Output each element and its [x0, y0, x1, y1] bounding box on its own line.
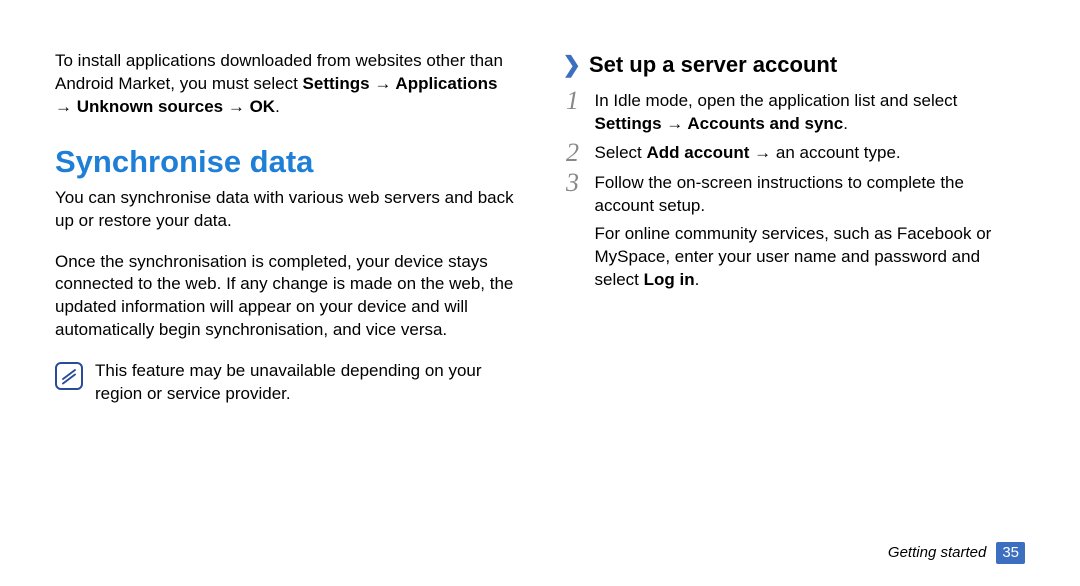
- page-footer: Getting started 35: [888, 542, 1025, 564]
- step-3: 3 Follow the on-screen instructions to c…: [563, 170, 1026, 218]
- step-1: 1 In Idle mode, open the application lis…: [563, 88, 1026, 136]
- sync-para-2: Once the synchronisation is completed, y…: [55, 251, 518, 343]
- chevron-right-icon: ❯: [563, 54, 581, 76]
- right-column: ❯ Set up a server account 1 In Idle mode…: [563, 50, 1026, 406]
- note-block: This feature may be unavailable dependin…: [55, 360, 518, 406]
- intro-text-suffix: .: [275, 97, 280, 116]
- intro-paragraph: To install applications downloaded from …: [55, 50, 518, 119]
- section-title: Synchronise data: [55, 141, 518, 183]
- subsection-heading: ❯ Set up a server account: [563, 50, 1026, 80]
- step-2-prefix: Select: [595, 143, 647, 162]
- step-number: 1: [563, 88, 583, 114]
- step-1-bold: Settings → Accounts and sync: [595, 114, 844, 133]
- note-text: This feature may be unavailable dependin…: [95, 360, 518, 406]
- extra-suffix: .: [695, 270, 700, 289]
- page-number: 35: [996, 542, 1025, 564]
- steps-list: 1 In Idle mode, open the application lis…: [563, 88, 1026, 218]
- step-number: 2: [563, 140, 583, 166]
- step-number: 3: [563, 170, 583, 196]
- step-3-prefix: Follow the on-screen instructions to com…: [595, 173, 964, 215]
- step-2-suffix: → an account type.: [749, 143, 900, 162]
- step-1-suffix: .: [843, 114, 848, 133]
- note-icon: [55, 362, 83, 390]
- footer-section-name: Getting started: [888, 543, 986, 563]
- subsection-title: Set up a server account: [589, 50, 837, 80]
- left-column: To install applications downloaded from …: [55, 50, 518, 406]
- sync-para-1: You can synchronise data with various we…: [55, 187, 518, 233]
- step-2-bold: Add account: [646, 143, 749, 162]
- step-1-prefix: In Idle mode, open the application list …: [595, 91, 958, 110]
- step-2: 2 Select Add account → an account type.: [563, 140, 1026, 166]
- extra-bold: Log in: [644, 270, 695, 289]
- step-extra-note: For online community services, such as F…: [595, 223, 1026, 292]
